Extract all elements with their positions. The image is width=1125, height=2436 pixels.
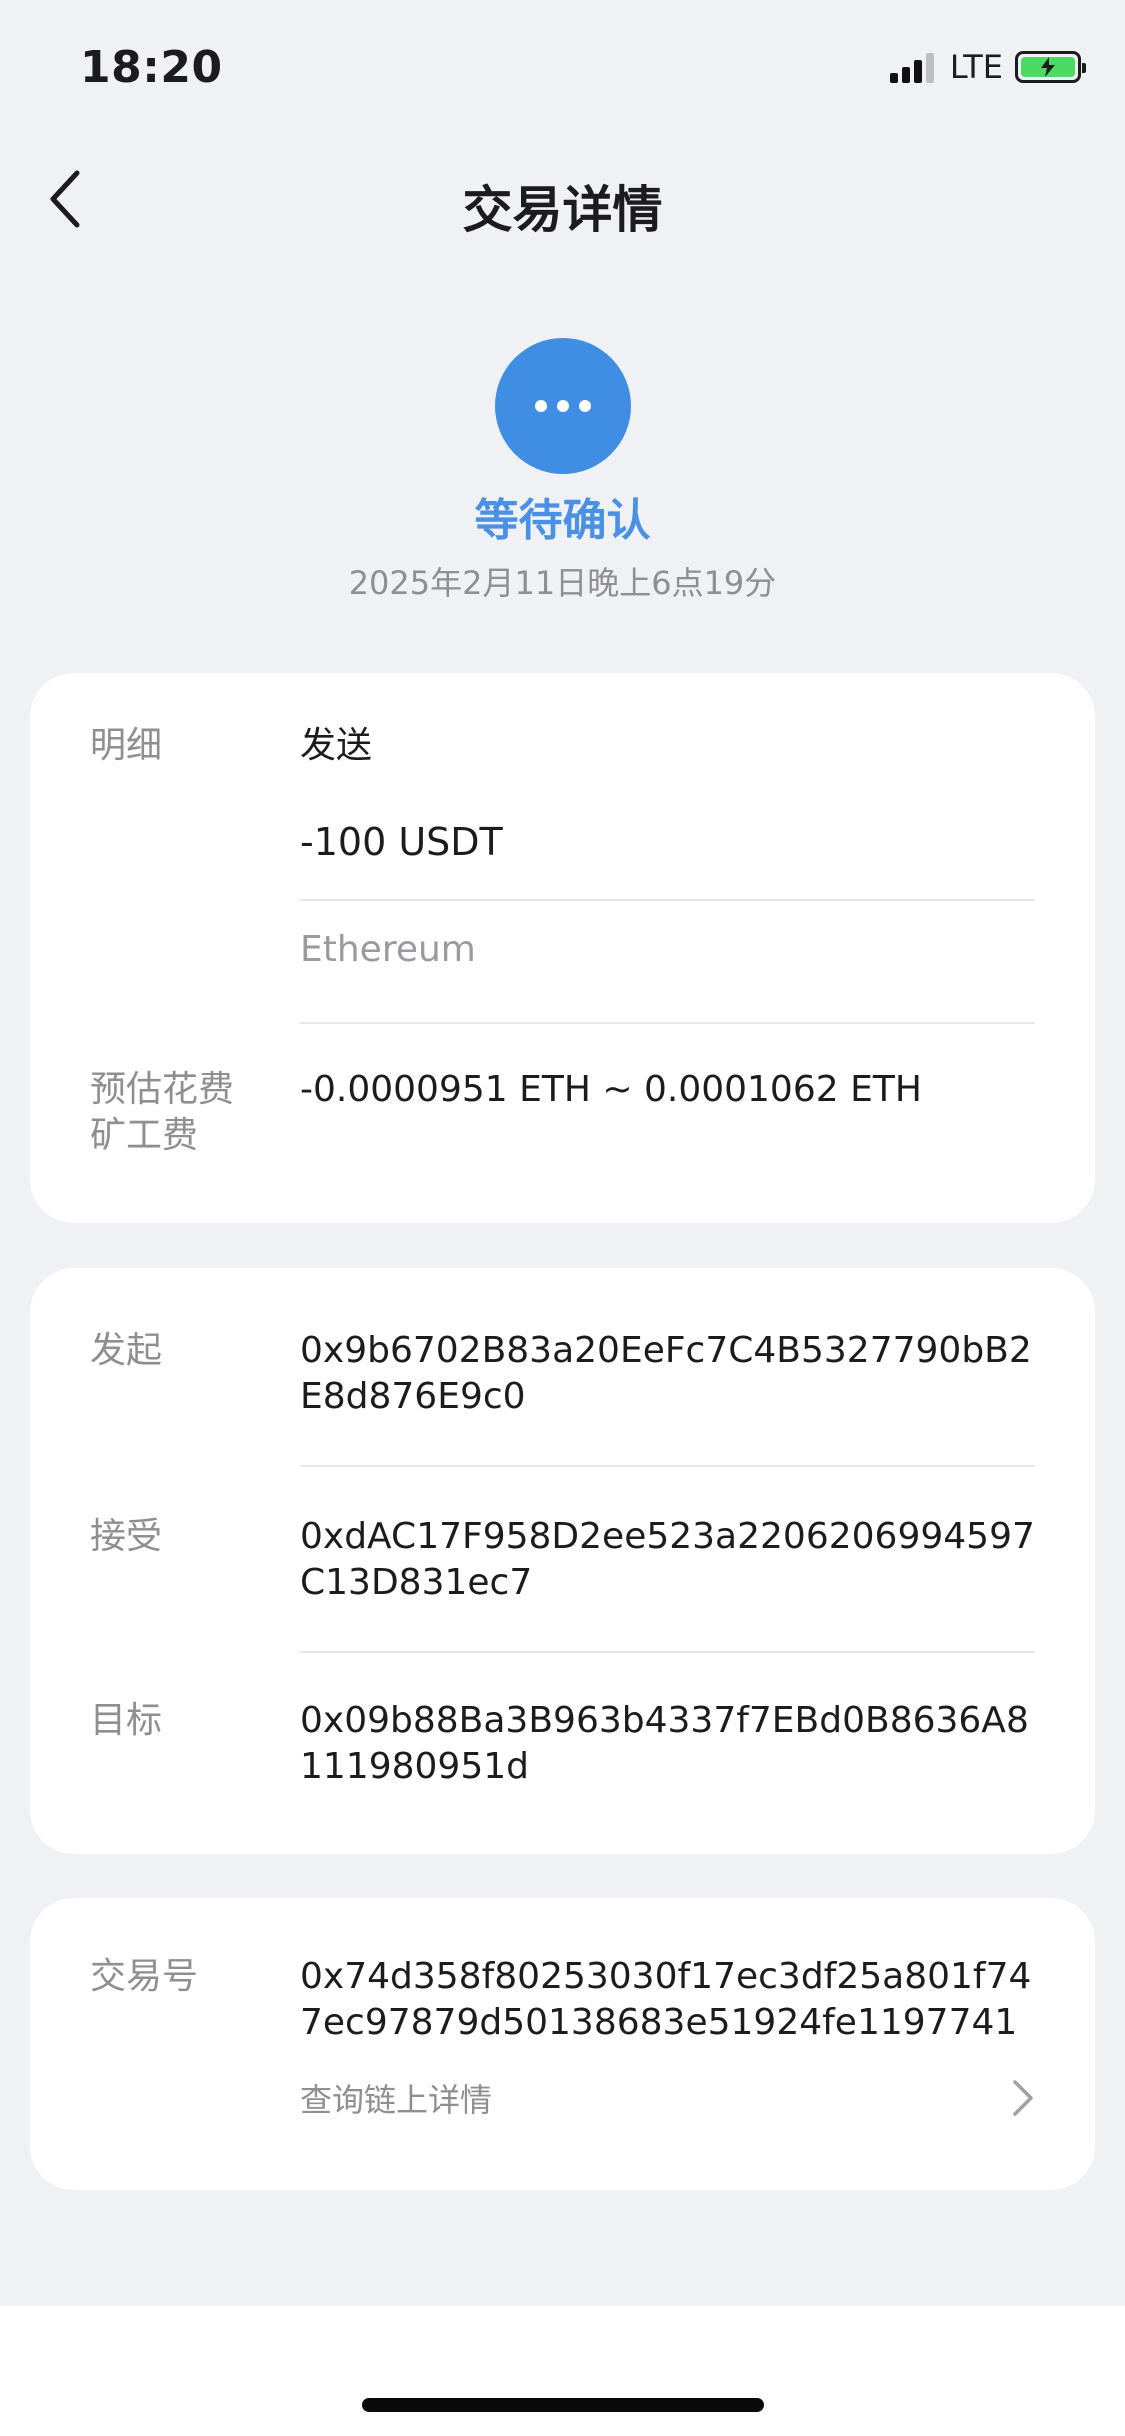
from-label: 发起	[90, 1330, 163, 1371]
divider	[300, 1465, 1035, 1467]
fee-label-line2: 矿工费	[90, 1115, 199, 1156]
tx-hash-card: 交易号 0x74d358f80253030f17ec3df25a801f747e…	[30, 1898, 1095, 2190]
tx-hash-value[interactable]: 0x74d358f80253030f17ec3df25a801f747ec978…	[300, 1954, 1035, 2046]
home-indicator[interactable]	[362, 2398, 764, 2412]
tx-hash-label: 交易号	[90, 1956, 199, 1997]
transaction-type: 发送	[300, 725, 373, 766]
status-indicators: LTE	[889, 48, 1086, 86]
charging-bolt-icon	[1041, 57, 1055, 77]
from-address[interactable]: 0x9b6702B83a20EeFc7C4B5327790bB2E8d876E9…	[300, 1328, 1035, 1420]
chevron-right-icon	[1013, 2080, 1033, 2116]
target-address[interactable]: 0x09b88Ba3B963b4337f7EBd0B8636A811198095…	[300, 1698, 1035, 1790]
fee-label: 预估花费 矿工费	[90, 1067, 234, 1159]
bottom-safe-area	[0, 2306, 1125, 2436]
transaction-timestamp: 2025年2月11日晚上6点19分	[348, 564, 777, 602]
divider	[300, 899, 1035, 901]
network-name: Ethereum	[300, 929, 476, 970]
signal-icon	[889, 51, 934, 83]
battery-icon	[1015, 51, 1086, 83]
query-chain-details-label: 查询链上详情	[300, 2081, 493, 2119]
pending-status-icon	[495, 338, 631, 474]
query-chain-details-link[interactable]: 查询链上详情	[300, 2068, 1035, 2128]
to-address[interactable]: 0xdAC17F958D2ee523a2206206994597C13D831e…	[300, 1514, 1035, 1606]
details-label: 明细	[90, 725, 163, 766]
divider	[300, 1651, 1035, 1653]
nav-bar: 交易详情	[0, 150, 1125, 250]
status-time: 18:20	[80, 42, 223, 93]
fee-value: -0.0000951 ETH ~ 0.0001062 ETH	[300, 1069, 922, 1110]
transaction-amount: -100 USDT	[300, 820, 503, 864]
target-label: 目标	[90, 1700, 163, 1741]
page-title: 交易详情	[462, 181, 663, 239]
details-card: 明细 发送 -100 USDT Ethereum 预估花费 矿工费 -0.000…	[30, 673, 1095, 1223]
addresses-card: 发起 0x9b6702B83a20EeFc7C4B5327790bB2E8d87…	[30, 1268, 1095, 1854]
to-label: 接受	[90, 1516, 163, 1557]
status-bar: 18:20 LTE	[0, 0, 1125, 132]
fee-label-line1: 预估花费	[90, 1069, 235, 1110]
network-type: LTE	[949, 48, 1003, 86]
divider	[300, 1022, 1035, 1024]
transaction-status-label: 等待确认	[474, 495, 651, 546]
